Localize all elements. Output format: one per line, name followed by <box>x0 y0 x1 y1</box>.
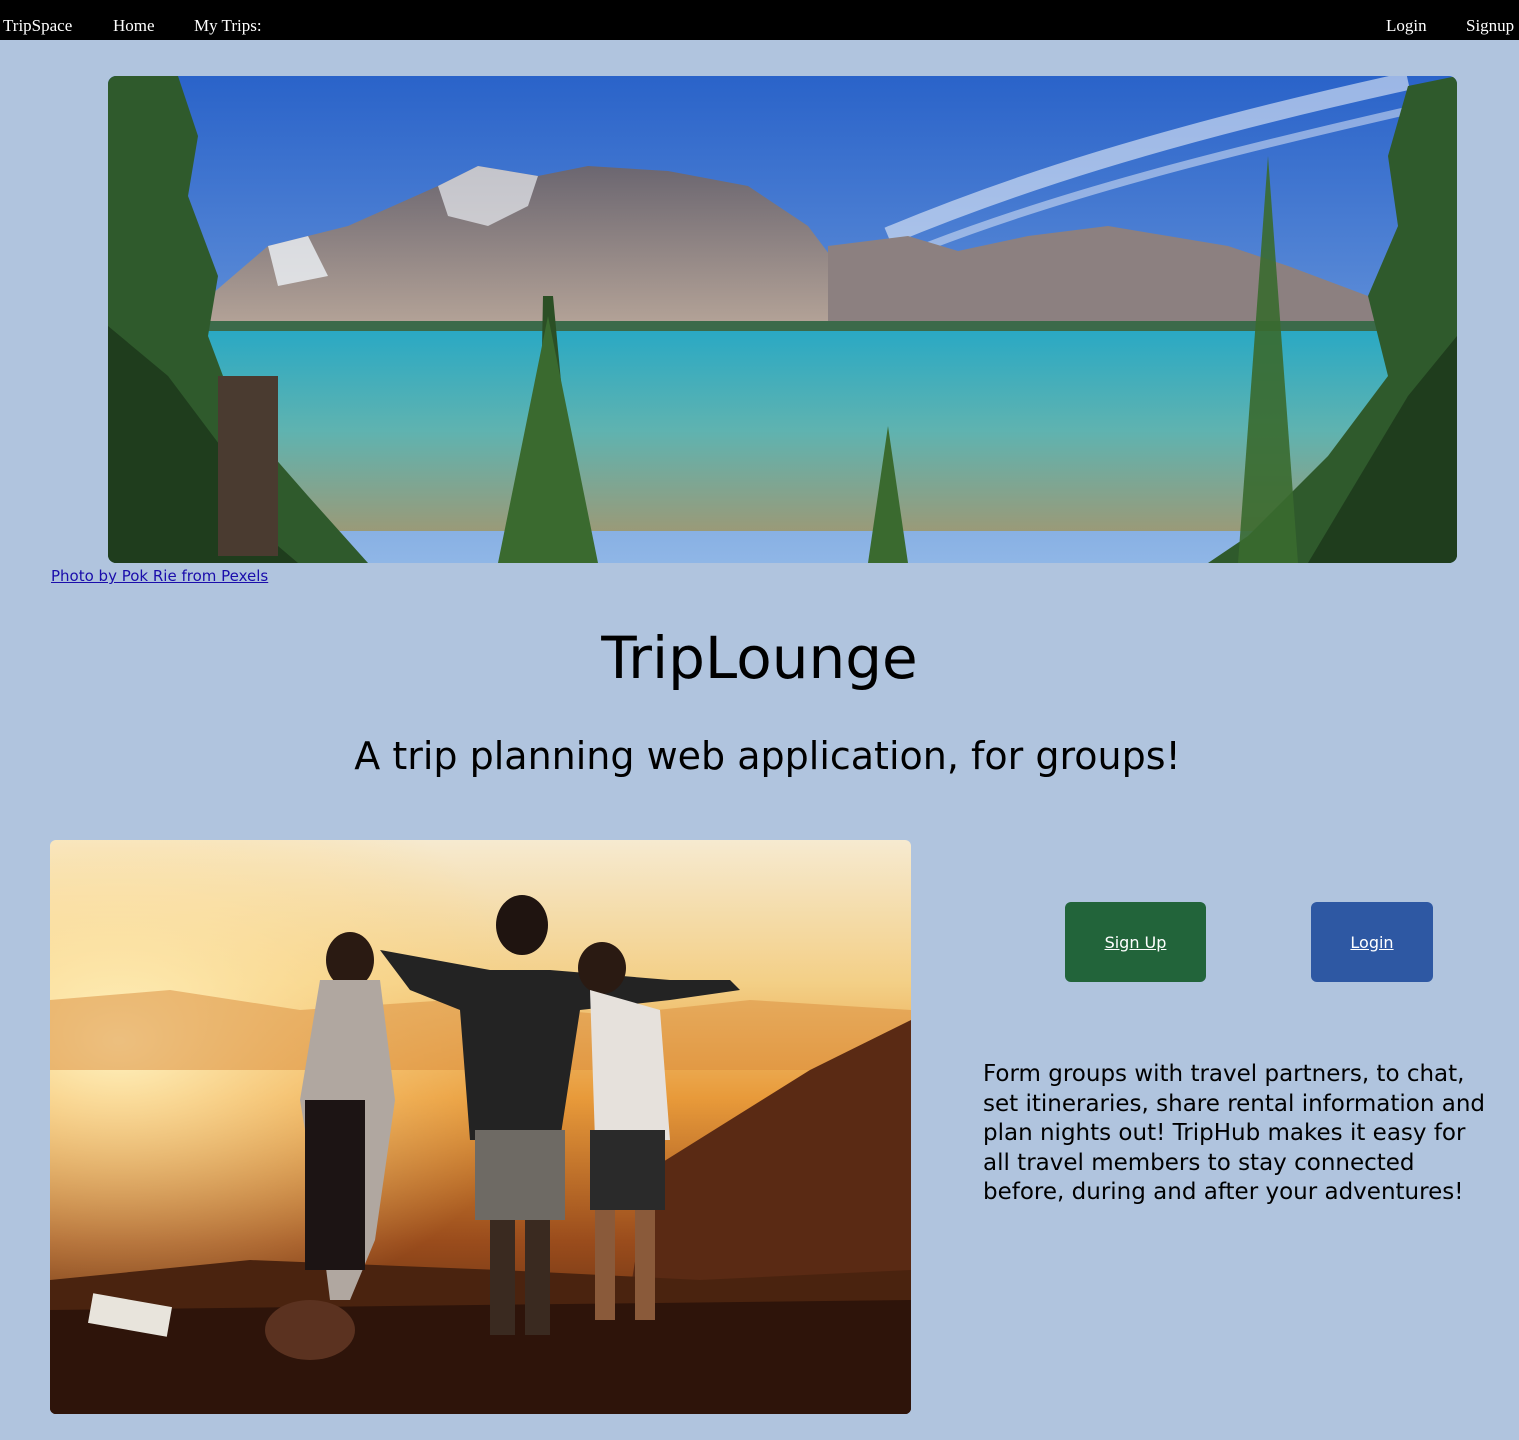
login-button[interactable]: Login <box>1311 902 1433 982</box>
hero-landscape-image <box>108 76 1457 563</box>
nav-my-trips-link[interactable]: My Trips: <box>194 16 262 36</box>
app-description: Form groups with travel partners, to cha… <box>983 1061 1486 1206</box>
nav-signup-link[interactable]: Signup <box>1466 16 1514 36</box>
top-navbar: TripSpace Home My Trips: Login Signup <box>0 0 1519 40</box>
sign-up-button[interactable]: Sign Up <box>1065 902 1206 982</box>
nav-login-link[interactable]: Login <box>1386 16 1427 36</box>
brand-link[interactable]: TripSpace <box>3 16 72 36</box>
group-travel-photo <box>50 840 911 1414</box>
page-title: TripLounge <box>601 624 918 692</box>
nav-home-link[interactable]: Home <box>113 16 155 36</box>
photo-credit-link[interactable]: Photo by Pok Rie from Pexels <box>51 567 268 585</box>
page-subtitle: A trip planning web application, for gro… <box>354 734 1181 778</box>
